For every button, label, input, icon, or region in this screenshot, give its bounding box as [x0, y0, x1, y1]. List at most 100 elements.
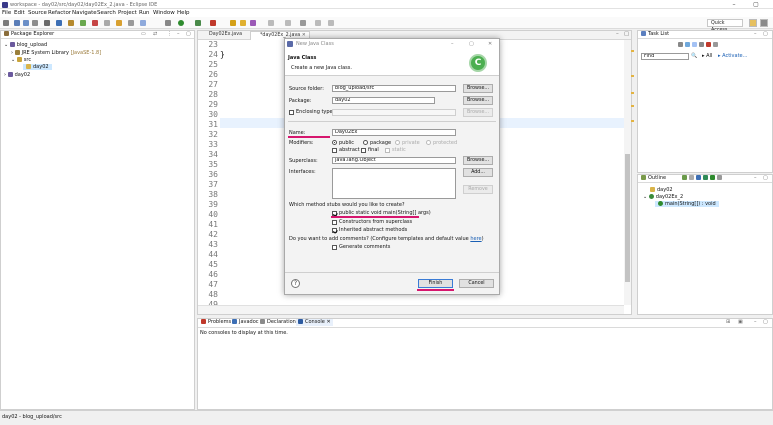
expand-chevron-icon[interactable]: ⌄ — [4, 42, 8, 48]
display-console-icon[interactable]: ▣ — [738, 319, 743, 326]
java-perspective-icon[interactable] — [749, 19, 757, 27]
outline-item-class[interactable]: ⌄ day02Ex_2 — [643, 194, 683, 200]
outline-item-main-method[interactable]: main(String[]) : void — [655, 201, 719, 207]
pin-editor-icon[interactable] — [328, 19, 334, 26]
open-perspective-icon[interactable] — [760, 19, 768, 27]
tree-item-package-selected[interactable]: day02 — [23, 64, 52, 70]
tab-declaration[interactable]: Declaration — [260, 319, 296, 326]
collapse-all-icon[interactable]: ▭ — [141, 31, 146, 38]
abstract-checkbox[interactable] — [332, 148, 337, 153]
collapse-chevron-icon[interactable]: › — [4, 72, 6, 78]
minimize-view-icon[interactable]: – — [177, 31, 180, 38]
tree-item-project[interactable]: ⌄ blog_upload — [4, 42, 47, 48]
menu-search[interactable]: Search — [97, 10, 116, 16]
annotation-next-icon[interactable] — [268, 19, 274, 26]
source-folder-field[interactable]: blog_upload/src — [332, 85, 456, 92]
maximize-view-icon[interactable]: ▢ — [763, 319, 768, 326]
dialog-maximize-button[interactable]: ▢ — [469, 39, 474, 49]
public-radio[interactable] — [332, 140, 337, 145]
collapse-chevron-icon[interactable]: › — [11, 50, 13, 56]
build-icon[interactable] — [92, 19, 98, 26]
tab-javadoc[interactable]: Javadoc — [232, 319, 259, 326]
sync-icon[interactable] — [692, 42, 697, 47]
console-icon[interactable] — [56, 19, 62, 26]
open-task-icon[interactable] — [250, 19, 256, 26]
menu-run[interactable]: Run — [139, 10, 150, 16]
show-only-icon[interactable] — [706, 42, 711, 47]
new-java-class-icon[interactable] — [240, 19, 246, 26]
final-checkbox[interactable] — [361, 148, 366, 153]
activate-link[interactable]: ▸ Activate... — [718, 53, 747, 59]
package-radio[interactable] — [363, 140, 368, 145]
skip-breakpoints-icon[interactable] — [68, 19, 74, 26]
outline-title[interactable]: Outline — [648, 175, 666, 181]
constructors-stub-checkbox[interactable] — [332, 220, 337, 225]
save-icon[interactable] — [14, 19, 20, 26]
hide-nonpublic-icon[interactable] — [703, 175, 708, 180]
maximize-view-icon[interactable]: ▢ — [186, 31, 191, 38]
menu-file[interactable]: File — [2, 10, 11, 16]
remove-interface-button[interactable]: Remove — [463, 185, 493, 194]
menu-help[interactable]: Help — [177, 10, 190, 16]
minimize-editor-icon[interactable]: – — [616, 31, 619, 37]
new-task-icon[interactable] — [678, 42, 683, 47]
configure-templates-link[interactable]: here — [470, 236, 481, 242]
finish-button[interactable]: Finish — [418, 279, 453, 288]
editor-tab-day02ex[interactable]: Day02Ex.java — [200, 31, 245, 39]
filter-icon[interactable] — [685, 42, 690, 47]
maximize-button[interactable]: ▢ — [748, 0, 764, 9]
cancel-button[interactable]: Cancel — [459, 279, 494, 288]
package-explorer-title[interactable]: Package Explorer — [11, 31, 54, 37]
enclosing-type-browse-button[interactable]: Browse... — [463, 108, 493, 117]
maximize-editor-icon[interactable]: ▢ — [624, 31, 629, 37]
debug-icon[interactable] — [165, 19, 171, 26]
hide-static-icon[interactable] — [696, 175, 701, 180]
task-find-input[interactable]: Find — [641, 53, 689, 60]
menu-refactor[interactable]: Refactor — [48, 10, 71, 16]
hide-fields-icon[interactable] — [689, 175, 694, 180]
print-icon[interactable] — [32, 19, 38, 26]
menu-window[interactable]: Window — [153, 10, 175, 16]
package-field[interactable]: day02 — [332, 97, 435, 104]
private-radio[interactable] — [395, 140, 400, 145]
hide-local-icon[interactable] — [710, 175, 715, 180]
dialog-close-button[interactable]: ✕ — [488, 39, 492, 49]
external-tools-icon[interactable] — [210, 19, 216, 26]
open-type-icon[interactable] — [116, 19, 122, 26]
view-menu-icon[interactable]: ⋮ — [167, 31, 172, 38]
help-icon[interactable]: ? — [291, 279, 300, 288]
task-list-title[interactable]: Task List — [648, 31, 669, 37]
menu-project[interactable]: Project — [118, 10, 137, 16]
terminal-icon[interactable] — [44, 19, 50, 26]
run-config-icon[interactable] — [80, 19, 86, 26]
protected-radio[interactable] — [426, 140, 431, 145]
new-java-package-icon[interactable] — [230, 19, 236, 26]
link-editor-icon[interactable]: ⇄ — [153, 31, 157, 38]
superclass-field[interactable]: java.lang.Object — [332, 157, 456, 164]
toolbar-misc3-icon[interactable] — [140, 19, 146, 26]
annotation-prev-icon[interactable] — [285, 19, 291, 26]
quick-access-input[interactable]: Quick Access — [707, 19, 743, 33]
inherited-stub-checkbox[interactable] — [332, 228, 337, 233]
maximize-view-icon[interactable]: ▢ — [763, 31, 768, 38]
back-icon[interactable] — [300, 19, 306, 26]
editor-overview-ruler[interactable] — [624, 40, 631, 305]
coverage-icon[interactable] — [195, 19, 201, 26]
add-interface-button[interactable]: Add... — [463, 168, 493, 177]
outline-item-package[interactable]: day02 — [650, 187, 673, 193]
package-browse-button[interactable]: Browse... — [463, 96, 493, 105]
superclass-browse-button[interactable]: Browse... — [463, 156, 493, 165]
enclosing-type-checkbox[interactable] — [289, 110, 294, 115]
static-checkbox[interactable] — [385, 148, 390, 153]
menu-source[interactable]: Source — [28, 10, 47, 16]
focus-icon[interactable] — [717, 175, 722, 180]
maximize-view-icon[interactable]: ▢ — [763, 175, 768, 182]
minimize-view-icon[interactable]: – — [754, 31, 757, 38]
tree-item-src[interactable]: ⌄ src — [11, 57, 31, 63]
menu-edit[interactable]: Edit — [14, 10, 25, 16]
toolbar-misc2-icon[interactable] — [128, 19, 134, 26]
toolbar-misc-icon[interactable] — [104, 19, 110, 26]
interfaces-list[interactable] — [332, 168, 456, 199]
editor-hscrollbar[interactable] — [198, 305, 624, 314]
tab-console-active[interactable]: Console ✕ — [296, 319, 333, 326]
